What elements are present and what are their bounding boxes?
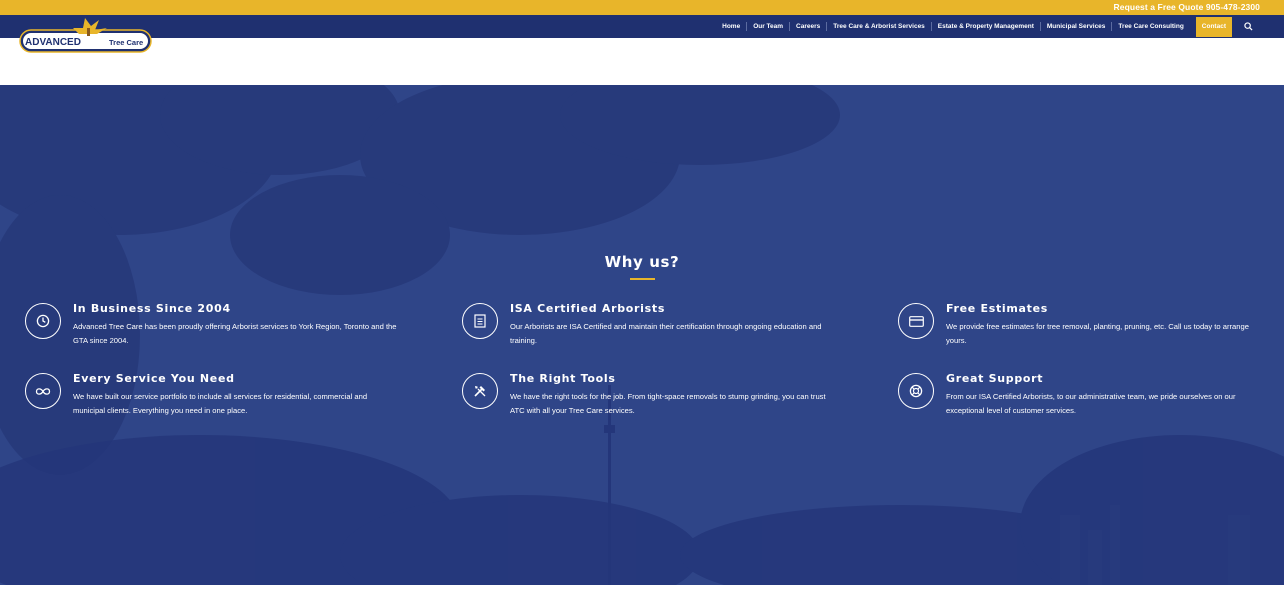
feature-title: The Right Tools bbox=[510, 372, 616, 385]
life-ring-icon bbox=[898, 373, 934, 409]
feature-title: Free Estimates bbox=[946, 302, 1049, 315]
nav-item-home[interactable]: Home bbox=[716, 22, 746, 31]
tools-icon bbox=[462, 373, 498, 409]
section-title: Why us? bbox=[604, 253, 680, 271]
feature-description: We have built our service portfolio to i… bbox=[73, 392, 368, 415]
feature-description: Advanced Tree Care has been proudly offe… bbox=[73, 322, 397, 345]
infinity-icon bbox=[25, 373, 61, 409]
nav-item-tree-care-arborist-services[interactable]: Tree Care & Arborist Services bbox=[826, 22, 931, 31]
top-bar: Request a Free Quote 905-478-2300 bbox=[0, 0, 1284, 15]
nav-contact-button[interactable]: Contact bbox=[1195, 16, 1232, 37]
clock-icon bbox=[25, 303, 61, 339]
page-bottom-spacer bbox=[0, 585, 1284, 612]
feature-description: We have the right tools for the job. Fro… bbox=[510, 392, 826, 415]
nav-item-tree-care-consulting[interactable]: Tree Care Consulting bbox=[1111, 22, 1189, 31]
logo[interactable]: ADVANCED Tree Care bbox=[19, 16, 153, 54]
logo-brand-sub: Tree Care bbox=[109, 38, 143, 47]
title-underline bbox=[630, 278, 655, 280]
nav-item-estate-property-management[interactable]: Estate & Property Management bbox=[930, 22, 1040, 31]
request-quote-link[interactable]: Request a Free Quote 905-478-2300 bbox=[1114, 2, 1260, 12]
feature-title: Great Support bbox=[946, 372, 1044, 385]
feature-title: In Business Since 2004 bbox=[73, 302, 231, 315]
credit-card-icon bbox=[898, 303, 934, 339]
certificate-icon bbox=[462, 303, 498, 339]
feature-title: Every Service You Need bbox=[73, 372, 235, 385]
feature-description: From our ISA Certified Arborists, to our… bbox=[946, 392, 1236, 415]
feature-description: Our Arborists are ISA Certified and main… bbox=[510, 322, 822, 345]
feature-title: ISA Certified Arborists bbox=[510, 302, 666, 315]
nav-item-municipal-services[interactable]: Municipal Services bbox=[1039, 22, 1112, 31]
main-nav: Home Our Team Careers Tree Care & Arbori… bbox=[0, 15, 1284, 38]
logo-brand-main: ADVANCED bbox=[25, 37, 81, 48]
nav-item-our-team[interactable]: Our Team bbox=[746, 22, 789, 31]
nav-menu: Home Our Team Careers Tree Care & Arbori… bbox=[716, 15, 1254, 38]
nav-item-careers[interactable]: Careers bbox=[789, 22, 826, 31]
feature-description: We provide free estimates for tree remov… bbox=[946, 322, 1249, 345]
why-us-section: Why us? In Business Since 2004 Advanced … bbox=[0, 85, 1284, 585]
search-icon[interactable] bbox=[1242, 21, 1254, 33]
